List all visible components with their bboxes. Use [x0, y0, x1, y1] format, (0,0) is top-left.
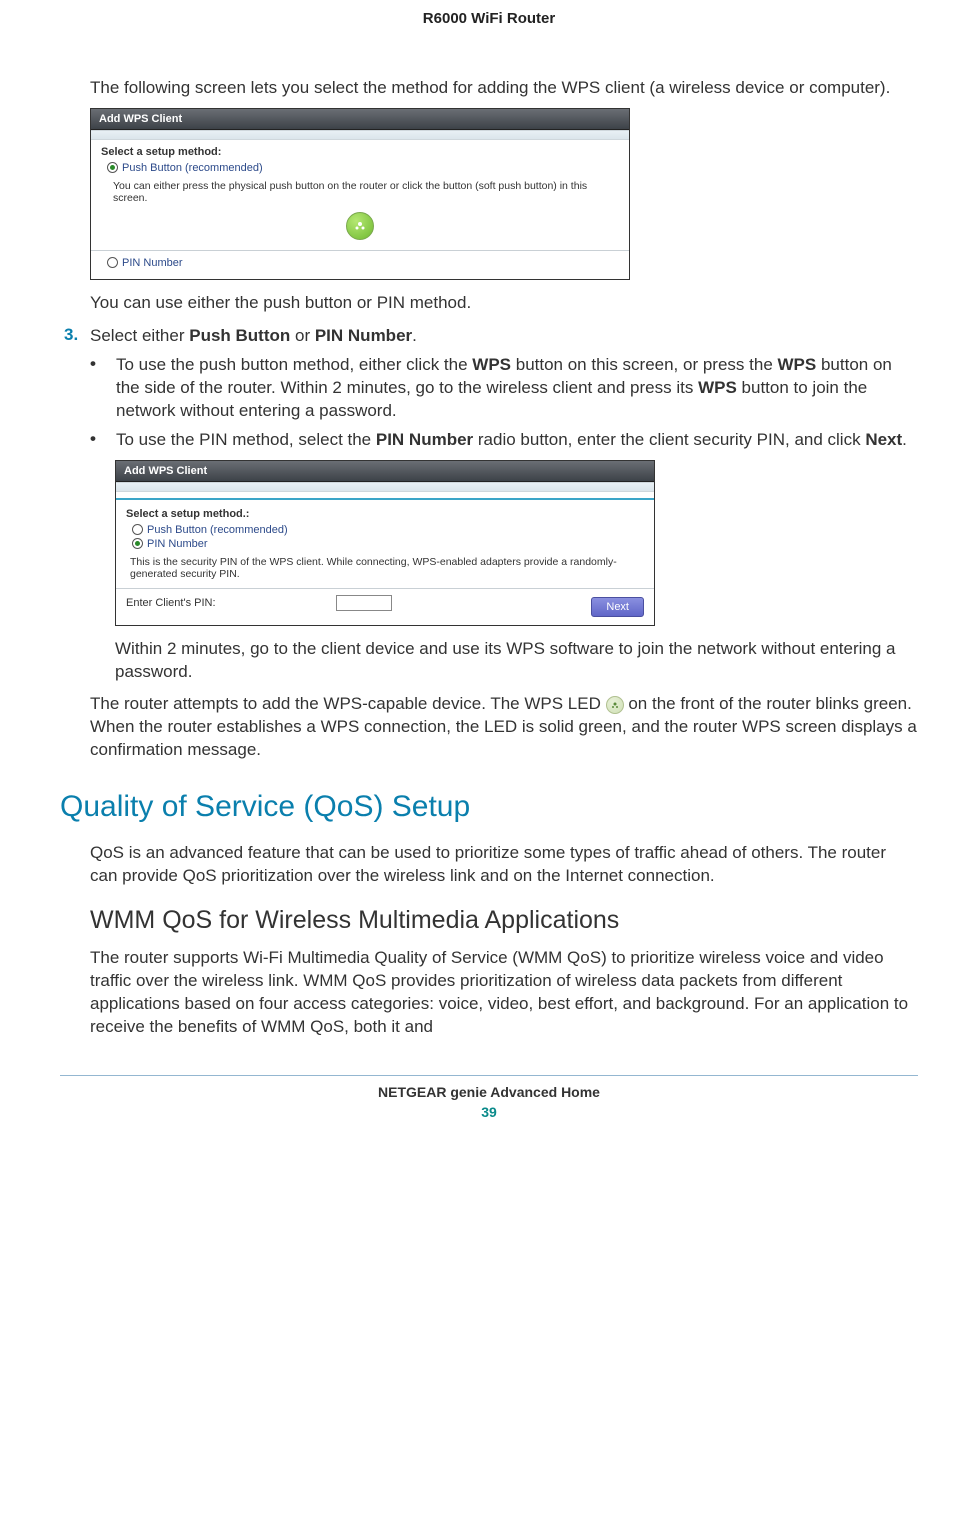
after-screenshot1-text: You can use either the push button or PI…: [90, 292, 918, 315]
push-help-text: You can either press the physical push b…: [113, 180, 619, 204]
screenshot-titlebar: Add WPS Client: [116, 461, 654, 482]
page-header-title: R6000 WiFi Router: [60, 10, 918, 27]
pin-help-text: This is the security PIN of the WPS clie…: [130, 556, 644, 580]
wps-led-paragraph: The router attempts to add the WPS-capab…: [90, 693, 918, 762]
bullet-marker: •: [90, 354, 116, 423]
intro-paragraph: The following screen lets you select the…: [90, 77, 918, 100]
radio-pin-label: PIN Number: [147, 538, 208, 550]
qos-intro-paragraph: QoS is an advanced feature that can be u…: [90, 842, 918, 888]
step-3-text: Select either Push Button or PIN Number.: [90, 325, 918, 348]
after-screenshot2-text: Within 2 minutes, go to the client devic…: [115, 638, 918, 684]
page-number: 39: [60, 1104, 918, 1120]
footer-divider: [60, 1075, 918, 1076]
radio-push-label: Push Button (recommended): [147, 524, 288, 536]
radio-push-button[interactable]: Push Button (recommended): [107, 162, 619, 174]
next-button[interactable]: Next: [591, 597, 644, 617]
bullet-marker: •: [90, 429, 116, 452]
client-pin-input[interactable]: [336, 595, 392, 611]
screenshot-add-wps-push: Add WPS Client Select a setup method: Pu…: [90, 108, 630, 280]
screenshot-add-wps-pin: Add WPS Client Select a setup method.: P…: [115, 460, 655, 626]
setup-method-prompt: Select a setup method:: [101, 146, 619, 158]
radio-pin-number[interactable]: PIN Number: [107, 257, 619, 269]
wps-soft-button[interactable]: [346, 212, 374, 240]
radio-pin-number[interactable]: PIN Number: [132, 538, 644, 550]
radio-push-button[interactable]: Push Button (recommended): [132, 524, 644, 536]
footer-section-name: NETGEAR genie Advanced Home: [60, 1084, 918, 1100]
radio-push-label: Push Button (recommended): [122, 162, 263, 174]
setup-method-prompt: Select a setup method.:: [126, 508, 644, 520]
radio-pin-label: PIN Number: [122, 257, 183, 269]
bullet-pin-text: To use the PIN method, select the PIN Nu…: [116, 429, 918, 452]
wps-led-icon: [606, 696, 624, 714]
qos-heading: Quality of Service (QoS) Setup: [60, 790, 918, 824]
screenshot-titlebar: Add WPS Client: [91, 109, 629, 130]
pin-input-label: Enter Client's PIN:: [126, 597, 216, 609]
bullet-push-text: To use the push button method, either cl…: [116, 354, 918, 423]
wmm-heading: WMM QoS for Wireless Multimedia Applicat…: [90, 906, 918, 935]
step-3-marker: 3.: [64, 325, 90, 348]
wmm-paragraph: The router supports Wi-Fi Multimedia Qua…: [90, 947, 918, 1039]
